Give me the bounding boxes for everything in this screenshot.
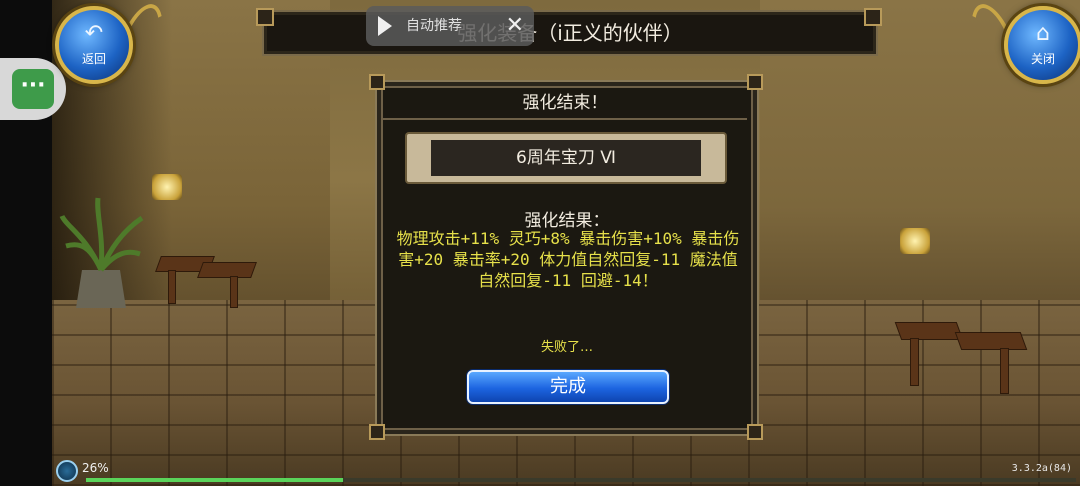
stool-right-1 (894, 322, 964, 340)
stool-right-2 (954, 332, 1028, 350)
video-overlay-text: 自动推荐 (406, 18, 462, 34)
item-plate-inner: 6周年宝刀 Ⅵ (431, 140, 701, 176)
stool-left-2 (197, 262, 257, 278)
dialog-title: 强化结束！ (522, 93, 608, 113)
dialog-corner-tl (369, 74, 385, 90)
title-corner-right (864, 8, 882, 26)
loading-percent: 26% (82, 461, 109, 475)
video-overlay[interactable]: 自动推荐 ✕ (366, 6, 534, 46)
back-button-label: 返回 (81, 52, 106, 66)
close-icon[interactable]: ✕ (506, 6, 524, 46)
floating-assistant[interactable]: ··· (0, 58, 66, 120)
page-title: 强化装备（i正义的伙伴） (457, 21, 683, 45)
status-text: 失败了… (540, 340, 593, 355)
done-button[interactable]: 完成 (467, 370, 669, 404)
back-arrow-icon: ↶ (84, 21, 104, 46)
enhance-result-dialog: 强化结束！ 6周年宝刀 Ⅵ 强化结果： 物理攻击+11% 灵巧+8% 暴击伤害+… (375, 80, 759, 436)
item-name: 6周年宝刀 Ⅵ (516, 148, 616, 168)
title-corner-left (256, 8, 274, 26)
progress-fill (86, 478, 344, 482)
progress-bar (86, 478, 1076, 482)
back-button[interactable]: ↶ 返回 (55, 6, 133, 84)
stool-left-1-leg (168, 270, 176, 304)
version-label: 3.3.2a(84) (1011, 463, 1072, 474)
stool-right-1-leg (910, 338, 919, 386)
wall-lamp-right (900, 228, 930, 254)
dialog-corner-tr (747, 74, 763, 90)
item-plate: 6周年宝刀 Ⅵ (407, 134, 725, 182)
close-button-label: 关闭 (1030, 52, 1055, 66)
wall-lamp-left (152, 174, 182, 200)
dialog-header: 强化结束！ (383, 88, 747, 120)
done-button-label: 完成 (550, 376, 586, 397)
stool-right-2-leg (1000, 348, 1009, 394)
close-button[interactable]: ⌂ 关闭 (1004, 6, 1080, 84)
dialog-corner-br (747, 424, 763, 440)
play-icon[interactable] (378, 16, 392, 36)
result-stats: 物理攻击+11% 灵巧+8% 暴击伤害+10% 暴击伤害+20 暴击率+20 体… (396, 229, 740, 290)
potted-plant (59, 197, 144, 308)
home-icon: ⌂ (1036, 21, 1050, 46)
dialog-corner-bl (369, 424, 385, 440)
stool-left-2-leg (230, 276, 238, 308)
loading-icon (56, 460, 78, 482)
title-bar: 强化装备（i正义的伙伴） (262, 10, 878, 56)
more-icon[interactable]: ··· (12, 69, 54, 109)
